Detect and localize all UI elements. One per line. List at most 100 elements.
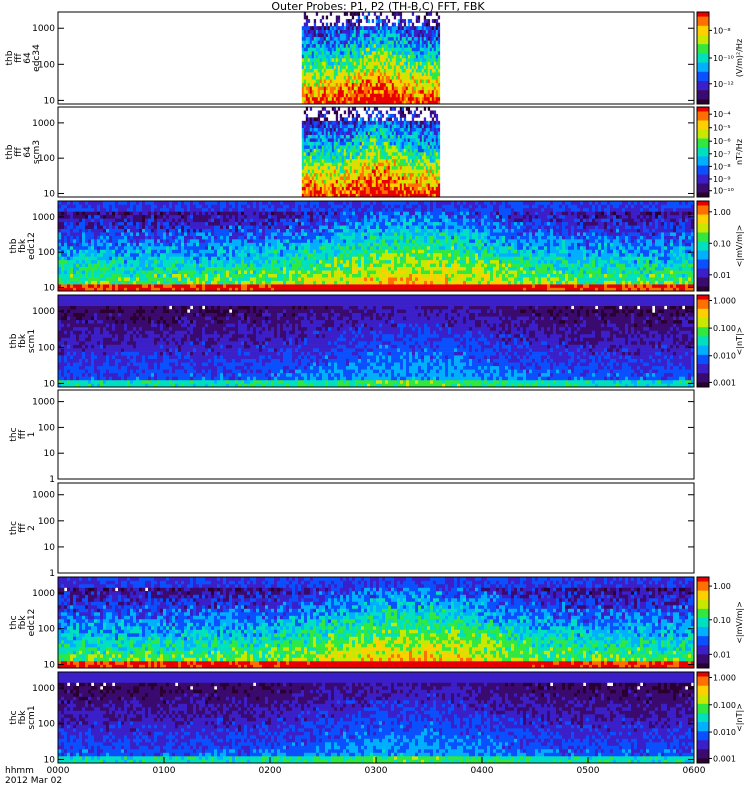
spectrogram-cell — [381, 65, 385, 69]
spectrogram-cell — [329, 47, 333, 52]
spectrogram-cell — [371, 169, 375, 174]
spectrogram-cell — [115, 246, 119, 250]
spectrogram-cell — [85, 280, 89, 285]
spectrogram-cell — [361, 152, 365, 156]
spectrogram-cell — [327, 65, 331, 69]
spectrogram-cell — [353, 89, 357, 94]
spectrogram-cell — [157, 259, 161, 264]
spectrogram-cell — [363, 162, 367, 167]
spectrogram-cell — [345, 65, 349, 69]
spectrogram-cell — [429, 54, 433, 59]
spectrogram-cell — [303, 33, 307, 38]
spectrogram-cell — [226, 242, 230, 247]
spectrogram-cell — [139, 256, 143, 261]
spectrogram-cell — [220, 221, 224, 226]
spectrogram-cell — [307, 117, 311, 122]
spectrogram-cell — [88, 242, 92, 247]
spectrogram-cell — [127, 228, 131, 233]
spectrogram-cell — [121, 225, 125, 229]
spectrogram-cell — [427, 12, 431, 16]
spectrogram-cell — [391, 138, 395, 142]
colorbar-tick-label: 10⁻⁷ — [713, 150, 731, 159]
spectrogram-cell — [136, 249, 140, 254]
spectrogram-cell — [421, 96, 425, 101]
spectrogram-cell — [82, 284, 86, 288]
spectrogram-cell — [88, 259, 92, 264]
spectrogram-cell — [415, 19, 419, 23]
spectrogram-cell — [435, 22, 439, 27]
spectrogram-cell — [397, 54, 401, 59]
spectrogram-cell — [389, 68, 393, 73]
spectrogram-cell — [321, 141, 325, 146]
spectrogram-cell — [433, 72, 437, 76]
spectrogram-cell — [435, 190, 439, 194]
spectrogram-cell — [435, 186, 439, 191]
spectrogram-cell — [311, 138, 315, 142]
spectrogram-cell — [331, 155, 335, 160]
spectrogram-cell — [79, 201, 83, 205]
spectrogram-cell — [184, 252, 188, 257]
spectrogram-cell — [337, 96, 341, 101]
spectrogram-cell — [415, 134, 419, 139]
spectrogram-cell — [357, 183, 361, 187]
spectrogram-cell — [351, 61, 355, 66]
spectrogram-cell — [333, 58, 337, 62]
spectrogram-cell — [327, 169, 331, 174]
spectrogram-cell — [175, 249, 179, 254]
spectrogram-cell — [115, 232, 119, 236]
spectrogram-cell — [151, 221, 155, 226]
spectrogram-cell — [187, 259, 191, 264]
spectrogram-cell — [375, 40, 379, 45]
spectrogram-cell — [359, 190, 363, 194]
spectrogram-cell — [157, 252, 161, 257]
spectrogram-cell — [238, 249, 242, 254]
spectrogram-cell — [329, 152, 333, 156]
spectrogram-cell — [321, 162, 325, 167]
spectrogram-cell — [347, 124, 351, 129]
spectrogram-cell — [435, 12, 439, 16]
spectrogram-cell — [377, 43, 381, 48]
spectrogram-cell — [118, 280, 122, 285]
spectrogram-cell — [389, 172, 393, 177]
spectrogram-cell — [359, 72, 363, 76]
spectrogram-cell — [307, 43, 311, 48]
spectrogram-cell — [363, 96, 367, 101]
spectrogram-cell — [91, 211, 95, 216]
spectrogram-cell — [367, 172, 371, 177]
spectrogram-cell — [431, 145, 435, 149]
spectrogram-cell — [211, 252, 215, 257]
spectrogram-cell — [397, 179, 401, 184]
spectrogram-cell — [199, 204, 203, 209]
spectrogram-cell — [301, 65, 305, 69]
spectrogram-cell — [391, 33, 395, 38]
spectrogram-cell — [433, 113, 437, 118]
spectrogram-cell — [415, 183, 419, 187]
spectrogram-cell — [397, 19, 401, 23]
spectrogram-cell — [205, 263, 209, 268]
spectrogram-cell — [313, 96, 317, 101]
spectrogram-cell — [355, 96, 359, 101]
spectrogram-cell — [327, 79, 331, 84]
spectrogram-cell — [417, 155, 421, 160]
spectrogram-cell — [405, 141, 409, 146]
spectrogram-cell — [421, 155, 425, 160]
colorbar-cell — [697, 53, 709, 57]
spectrogram-cell — [208, 284, 212, 288]
spectrogram-cell — [381, 176, 385, 180]
spectrogram-cell — [325, 110, 329, 115]
spectrogram-cell — [407, 169, 411, 174]
spectrogram-cell — [401, 54, 405, 59]
spectrogram-cell — [151, 284, 155, 288]
spectrogram-cell — [130, 273, 134, 278]
spectrogram-cell — [345, 176, 349, 180]
spectrogram-cell — [423, 138, 427, 142]
spectrogram-cell — [375, 172, 379, 177]
spectrogram-cell — [109, 214, 113, 219]
spectrogram-cell — [315, 148, 319, 153]
spectrogram-cell — [425, 54, 429, 59]
spectrogram-cell — [425, 165, 429, 170]
spectrogram-cell — [323, 54, 327, 59]
spectrogram-cell — [307, 190, 311, 194]
spectrogram-cell — [148, 246, 152, 250]
colorbar-cell — [697, 92, 709, 96]
